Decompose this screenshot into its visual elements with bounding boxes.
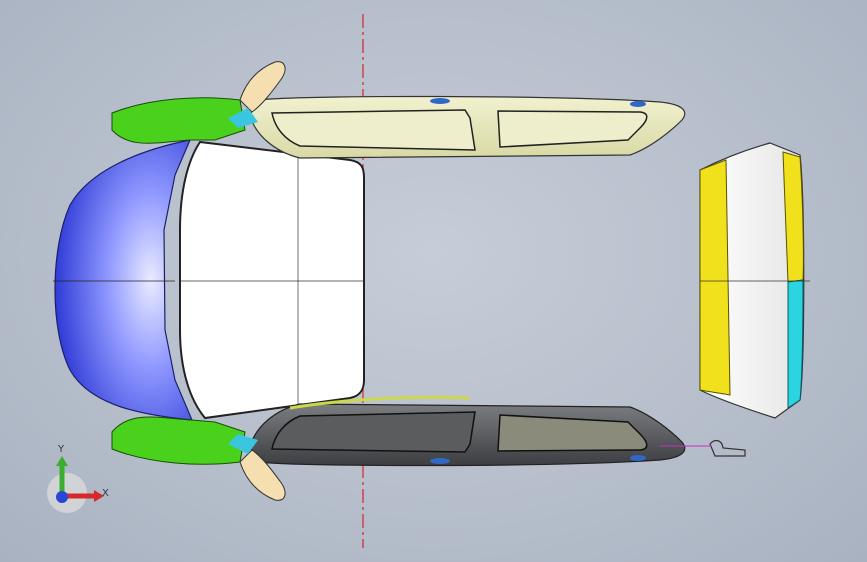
front-bumper[interactable]: [54, 139, 193, 421]
left-door-window-front: [271, 109, 476, 151]
triad-x-label: X: [102, 488, 109, 499]
triad-y-label: Y: [57, 444, 65, 455]
rear-hinge[interactable]: [709, 439, 746, 457]
left-door-handle-front: [430, 98, 450, 104]
3d-model-viewport[interactable]: Y X: [0, 0, 867, 562]
right-door-handle-rear: [630, 455, 646, 461]
hood-panel[interactable]: [179, 140, 365, 420]
cad-scene[interactable]: Y X: [0, 0, 867, 562]
right-door-window-front: [271, 411, 476, 453]
left-fender[interactable]: [111, 97, 246, 144]
tailgate-right-strip-cyan: [787, 279, 804, 409]
right-door-handle-front: [430, 458, 450, 464]
left-door-handle-rear: [630, 101, 646, 107]
coordinate-triad: Y X: [47, 444, 109, 513]
tailgate-left-strip[interactable]: [699, 159, 731, 396]
right-fender[interactable]: [111, 416, 246, 465]
